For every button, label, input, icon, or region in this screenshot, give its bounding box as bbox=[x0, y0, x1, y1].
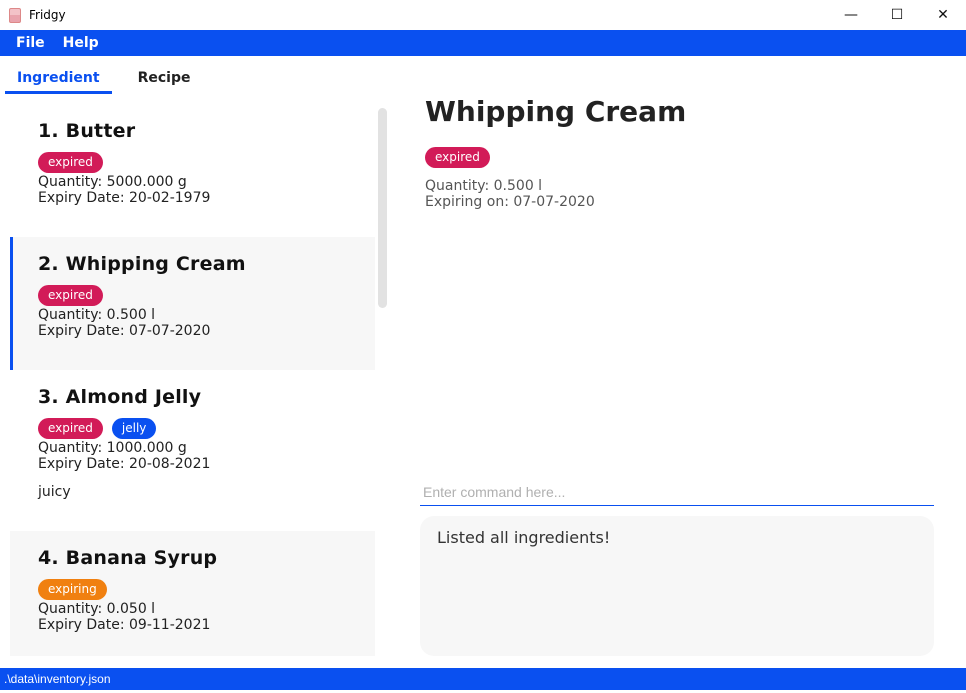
ingredient-quantity: Quantity: 0.050 l bbox=[38, 601, 156, 617]
result-text: Listed all ingredients! bbox=[437, 528, 611, 547]
ingredient-name: 4. Banana Syrup bbox=[38, 547, 218, 569]
ingredient-name: 1. Butter bbox=[38, 120, 136, 142]
ingredient-quantity: Quantity: 1000.000 g bbox=[38, 440, 187, 456]
tag-badge: jelly bbox=[111, 418, 157, 439]
tag-list: expired bbox=[38, 152, 375, 174]
tab-recipe[interactable]: Recipe bbox=[116, 62, 203, 94]
status-badge: expiring bbox=[38, 579, 107, 600]
ingredient-expiry: Expiry Date: 20-02-1979 bbox=[38, 190, 211, 206]
close-button[interactable]: ✕ bbox=[920, 0, 966, 30]
window-controls: — ☐ ✕ bbox=[828, 0, 966, 30]
ingredient-name: 2. Whipping Cream bbox=[38, 253, 246, 275]
data-file-path: .\data\inventory.json bbox=[4, 672, 111, 686]
list-item-selected[interactable]: 2. Whipping Cream expired Quantity: 0.50… bbox=[10, 237, 375, 370]
list-item[interactable]: 1. Butter expired Quantity: 5000.000 g E… bbox=[10, 104, 375, 237]
ingredient-quantity: Quantity: 0.500 l bbox=[38, 307, 156, 323]
ingredient-list: 1. Butter expired Quantity: 5000.000 g E… bbox=[10, 104, 375, 656]
tab-bar: Ingredient Recipe bbox=[5, 62, 202, 94]
ingredient-expiry: Expiry Date: 20-08-2021 bbox=[38, 456, 211, 472]
status-badge: expired bbox=[38, 285, 103, 306]
fridge-app-icon bbox=[9, 7, 21, 23]
status-badge: expired bbox=[38, 152, 103, 173]
window-title: Fridgy bbox=[29, 8, 66, 22]
result-display: Listed all ingredients! bbox=[420, 516, 934, 656]
ingredient-expiry: Expiry Date: 07-07-2020 bbox=[38, 323, 211, 339]
minimize-button[interactable]: — bbox=[828, 0, 874, 30]
list-item[interactable]: 4. Banana Syrup expiring Quantity: 0.050… bbox=[10, 531, 375, 656]
tag-list: expired jelly bbox=[38, 418, 375, 440]
command-input[interactable] bbox=[420, 478, 934, 506]
title-bar: Fridgy — ☐ ✕ bbox=[0, 0, 966, 30]
maximize-button[interactable]: ☐ bbox=[874, 0, 920, 30]
detail-title: Whipping Cream bbox=[425, 95, 687, 128]
ingredient-expiry: Expiry Date: 09-11-2021 bbox=[38, 617, 211, 633]
list-scrollbar[interactable] bbox=[378, 108, 387, 308]
tag-list: expiring bbox=[38, 579, 375, 601]
tag-list: expired bbox=[38, 285, 375, 307]
detail-quantity: Quantity: 0.500 l bbox=[425, 178, 543, 194]
menu-help[interactable]: Help bbox=[63, 35, 99, 51]
ingredient-name: 3. Almond Jelly bbox=[38, 386, 202, 408]
ingredient-detail-panel: Whipping Cream expired Quantity: 0.500 l… bbox=[425, 95, 925, 210]
menu-bar: File Help bbox=[0, 30, 966, 56]
status-badge: expired bbox=[38, 418, 103, 439]
tab-ingredient[interactable]: Ingredient bbox=[5, 62, 112, 94]
detail-expiry: Expiring on: 07-07-2020 bbox=[425, 194, 595, 210]
status-badge: expired bbox=[425, 147, 490, 168]
list-item[interactable]: 3. Almond Jelly expired jelly Quantity: … bbox=[10, 370, 375, 531]
ingredient-quantity: Quantity: 5000.000 g bbox=[38, 174, 187, 190]
status-bar: .\data\inventory.json bbox=[0, 668, 966, 690]
menu-file[interactable]: File bbox=[16, 35, 45, 51]
ingredient-note: juicy bbox=[38, 484, 71, 500]
